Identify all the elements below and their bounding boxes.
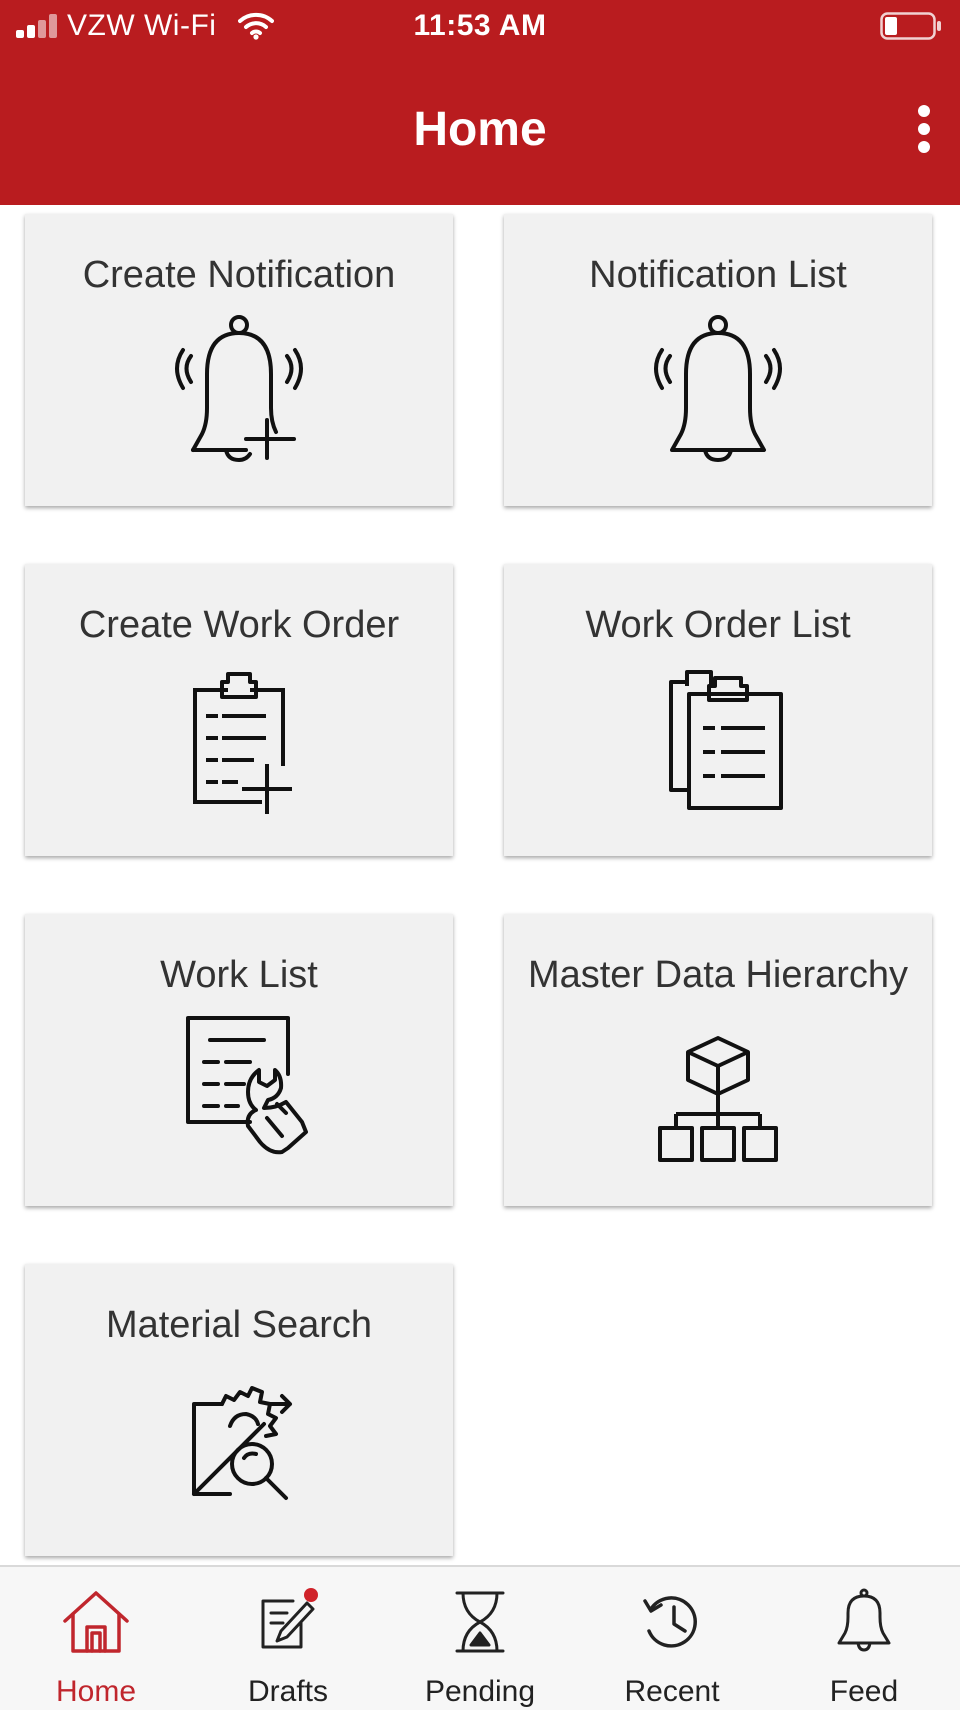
tab-label: Pending	[424, 1675, 536, 1708]
tile-create-notification[interactable]: Create Notification	[25, 214, 453, 506]
tab-drafts[interactable]: Drafts	[192, 1567, 384, 1710]
tab-label: Recent	[624, 1675, 720, 1708]
tile-notification-list[interactable]: Notification List	[504, 214, 932, 506]
tile-master-data-hierarchy[interactable]: Master Data Hierarchy	[504, 914, 932, 1206]
app-header: VZW Wi-Fi 11:53 AM Home	[0, 0, 960, 205]
tile-label: Master Data Hierarchy	[527, 954, 909, 996]
tab-home[interactable]: Home	[0, 1567, 192, 1710]
status-bar: VZW Wi-Fi 11:53 AM	[0, 0, 960, 52]
tab-feed[interactable]: Feed	[768, 1567, 960, 1710]
tile-work-order-list[interactable]: Work Order List	[504, 564, 932, 856]
tile-label: Work List	[160, 954, 318, 996]
tile-label: Create Work Order	[78, 604, 400, 646]
home-icon	[63, 1591, 129, 1653]
status-time: 11:53 AM	[413, 9, 547, 42]
tile-label: Create Notification	[82, 254, 396, 296]
tile-create-work-order[interactable]: Create Work Order	[25, 564, 453, 856]
bell-icon	[837, 1588, 891, 1652]
tab-label: Home	[55, 1675, 137, 1708]
bell-plus-icon	[175, 315, 303, 462]
tile-material-search[interactable]: Material Search	[25, 1264, 453, 1556]
more-menu-button[interactable]	[906, 103, 942, 155]
page-title: Home	[413, 103, 547, 156]
hierarchy-icon	[658, 1036, 778, 1162]
clipboards-icon	[669, 670, 783, 810]
drafts-icon	[261, 1588, 318, 1649]
hourglass-icon	[455, 1591, 505, 1653]
bottom-tab-bar: Home Drafts Pending Recent Feed	[0, 1565, 960, 1710]
battery-icon	[880, 12, 941, 40]
tab-label: Feed	[829, 1675, 899, 1708]
tab-label: Drafts	[247, 1675, 328, 1708]
history-icon	[643, 1596, 697, 1648]
tile-label: Notification List	[589, 254, 847, 296]
tile-label: Work Order List	[585, 604, 851, 646]
material-search-icon	[192, 1386, 292, 1500]
tab-pending[interactable]: Pending	[384, 1567, 576, 1710]
bell-ringing-icon	[654, 315, 782, 462]
tile-work-list[interactable]: Work List	[25, 914, 453, 1206]
tile-label: Material Search	[105, 1304, 373, 1346]
document-wrench-icon	[186, 1016, 308, 1155]
tab-recent[interactable]: Recent	[576, 1567, 768, 1710]
clipboard-plus-icon	[193, 672, 292, 814]
drafts-badge	[304, 1588, 318, 1602]
